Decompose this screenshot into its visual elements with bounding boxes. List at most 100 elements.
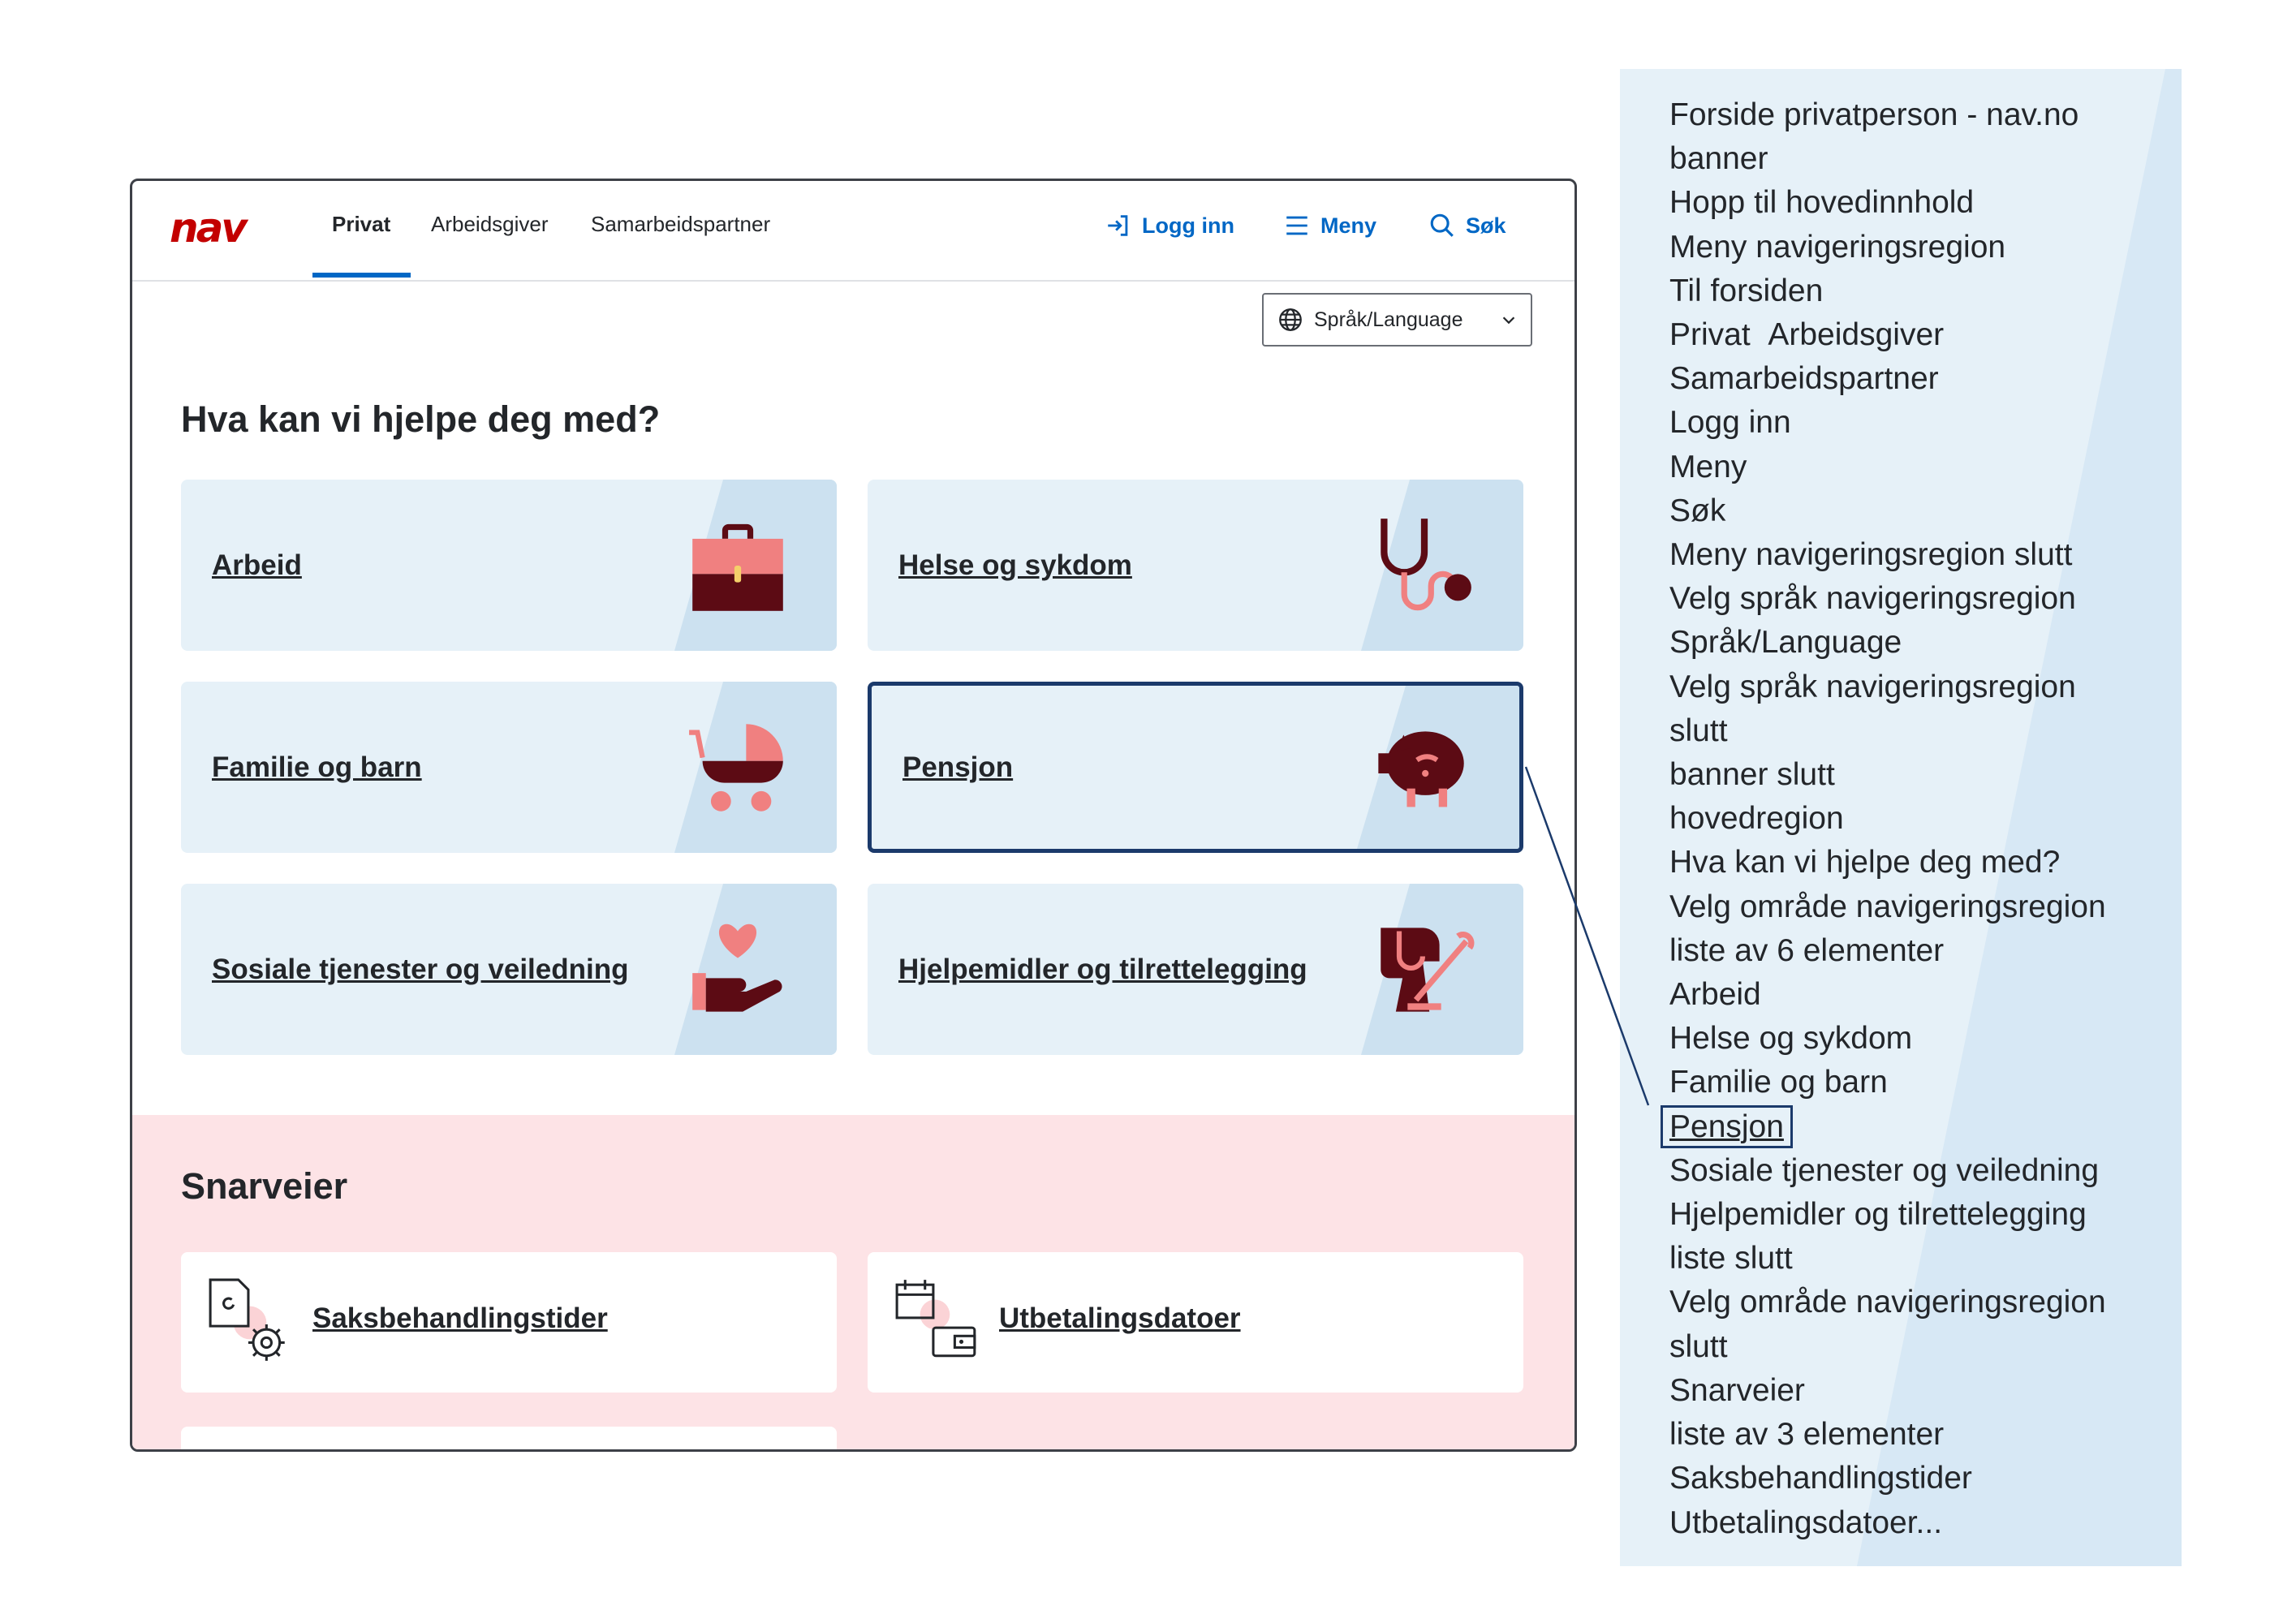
tab-privat[interactable]: Privat (332, 212, 390, 237)
screen-reader-line: Saksbehandlingstider (1669, 1457, 2106, 1500)
login-button[interactable]: Logg inn (1105, 212, 1234, 239)
screen-reader-text: Hopp til hovedinnhold (1669, 185, 1975, 221)
screen-reader-text: Til forsiden (1669, 273, 1824, 308)
screen-reader-line: Velg språk navigeringsregion (1669, 665, 2106, 709)
tab-samarbeidspartner[interactable]: Samarbeidspartner (591, 212, 770, 237)
screen-reader-text: Arbeid (1669, 977, 1761, 1013)
card-pensjon[interactable]: Pensjon (868, 682, 1523, 853)
help-heading: Hva kan vi hjelpe deg med? (181, 398, 661, 440)
stethoscope-icon (1381, 519, 1471, 611)
briefcase-icon (692, 523, 783, 611)
screen-reader-line-focused: Pensjon (1661, 1104, 2106, 1149)
screen-reader-line: Hjelpemidler og tilrettelegging (1669, 1193, 2106, 1237)
screen-reader-line: Forside privatperson - nav.no (1669, 93, 2106, 137)
site-header: nav Privat Arbeidsgiver Samarbeidspartne… (132, 181, 1574, 282)
screen-reader-text: hovedregion (1669, 801, 1844, 837)
card-label: Hjelpemidler og tilrettelegging (898, 953, 1307, 985)
screen-reader-line: banner (1669, 137, 2106, 181)
screen-reader-line: Arbeid (1669, 973, 2106, 1017)
screen-reader-line: Meny (1669, 446, 2106, 489)
screen-reader-text: Søk (1669, 493, 1726, 528)
screen-reader-text: Pensjon (1661, 1104, 1793, 1148)
screen-reader-text: Samarbeidspartner (1669, 361, 1939, 397)
screen-reader-output: Forside privatperson - nav.no banner Hopp … (1661, 93, 2106, 1545)
screen-reader-text: Meny (1669, 449, 1747, 484)
screen-reader-line: Sosiale tjenester og veiledning (1669, 1149, 2106, 1193)
screen-reader-line: Logg inn (1669, 401, 2106, 445)
language-selector[interactable]: Språk/Language (1262, 293, 1532, 347)
screen-reader-line: Meny navigeringsregion slutt (1669, 533, 2106, 577)
card-label: Pensjon (902, 751, 1014, 783)
screen-reader-text: Velg område navigeringsregion (1669, 1285, 2106, 1320)
screen-reader-text: banner (1669, 141, 1768, 177)
screen-reader-line: Hopp til hovedinnhold (1669, 181, 2106, 225)
hand-heart-icon (692, 923, 782, 1012)
screen-reader-text: Meny navigeringsregion (1669, 229, 2006, 265)
screen-reader-text: Forside privatperson - nav.no (1669, 97, 2079, 132)
calendar-wallet-icon (895, 1280, 976, 1358)
card-label: Familie og barn (212, 751, 422, 783)
screen-reader-line: Velg språk navigeringsregion (1669, 577, 2106, 621)
screen-reader-line: liste av 3 elementer (1669, 1413, 2106, 1457)
screen-reader-text: Språk/Language (1669, 625, 1902, 661)
card-familie-og-barn[interactable]: Familie og barn (181, 682, 837, 853)
shortcut-label: Saksbehandlingstider (312, 1302, 608, 1334)
screen-reader-line: Helse og sykdom (1669, 1017, 2106, 1061)
card-sosiale-tjenester[interactable]: Sosiale tjenester og veiledning (181, 884, 837, 1055)
language-label: Språk/Language (1314, 308, 1463, 331)
browser-frame: nav Privat Arbeidsgiver Samarbeidspartne… (130, 179, 1577, 1452)
shortcut-saksbehandlingstider[interactable]: Saksbehandlingstider (181, 1252, 837, 1393)
tab-arbeidsgiver[interactable]: Arbeidsgiver (431, 212, 549, 237)
screen-reader-text: Utbetalingsdatoer... (1669, 1505, 1943, 1540)
screen-reader-text: Velg språk navigeringsregion (1669, 669, 2076, 704)
chevron-down-icon (1502, 316, 1515, 325)
screen-reader-text: banner slutt (1669, 757, 1835, 793)
login-icon (1108, 215, 1128, 236)
screen-reader-text: Velg område navigeringsregion (1669, 889, 2106, 924)
screen-reader-text: Saksbehandlingstider (1669, 1461, 1972, 1496)
piggy-bank-icon (1378, 731, 1464, 807)
card-label: Helse og sykdom (898, 549, 1132, 581)
screen-reader-line: slutt (1669, 709, 2106, 753)
screen-reader-text: Snarveier (1669, 1372, 1805, 1408)
screen-reader-text: slutt (1669, 712, 1728, 748)
search-button[interactable]: Søk (1428, 212, 1506, 239)
screen-reader-text: Privat Arbeidsgiver (1669, 317, 1945, 353)
screen-reader-text: Meny navigeringsregion slutt (1669, 537, 2073, 573)
shortcut-third-partial[interactable] (181, 1427, 837, 1449)
screen-reader-line: Til forsiden (1669, 269, 2106, 313)
screen-reader-panel: Forside privatperson - nav.no banner Hopp … (1620, 69, 2182, 1566)
screen-reader-line: Språk/Language (1669, 621, 2106, 665)
hamburger-icon (1286, 216, 1307, 235)
screen-reader-text: Familie og barn (1669, 1065, 1888, 1100)
screen-reader-text: liste av 6 elementer (1669, 932, 1945, 968)
menu-label: Meny (1320, 213, 1377, 238)
shortcut-utbetalingsdatoer[interactable]: Utbetalingsdatoer (868, 1252, 1523, 1393)
screen-reader-line: Utbetalingsdatoer... (1669, 1501, 2106, 1545)
screen-reader-text: liste av 3 elementer (1669, 1417, 1945, 1453)
logo-text: nav (170, 204, 248, 252)
screen-reader-line: liste slutt (1669, 1237, 2106, 1281)
screen-reader-text: Logg inn (1669, 405, 1791, 441)
stroller-icon (689, 724, 783, 812)
search-label: Søk (1466, 213, 1506, 238)
card-hjelpemidler[interactable]: Hjelpemidler og tilrettelegging (868, 884, 1523, 1055)
guide-dog-icon (1381, 928, 1475, 1012)
nav-logo[interactable]: nav (170, 208, 256, 248)
screen-reader-line: Søk (1669, 489, 2106, 533)
menu-button[interactable]: Meny (1283, 212, 1376, 239)
screen-reader-text: Hjelpemidler og tilrettelegging (1669, 1197, 2087, 1233)
screen-reader-line: Velg område navigeringsregion (1669, 1281, 2106, 1324)
shortcuts-heading: Snarveier (181, 1165, 348, 1207)
shortcut-label: Utbetalingsdatoer (999, 1302, 1241, 1334)
screen-reader-line: Familie og barn (1669, 1061, 2106, 1104)
screen-reader-line: hovedregion (1669, 797, 2106, 841)
card-helse-og-sykdom[interactable]: Helse og sykdom (868, 480, 1523, 651)
screen-reader-line: Privat Arbeidsgiver (1669, 313, 2106, 357)
screen-reader-line: Velg område navigeringsregion (1669, 885, 2106, 929)
screen-reader-line: Meny navigeringsregion (1669, 226, 2106, 269)
card-label: Sosiale tjenester og veiledning (212, 953, 629, 985)
screen-reader-line: Samarbeidspartner (1669, 357, 2106, 401)
card-arbeid[interactable]: Arbeid (181, 480, 837, 651)
card-label: Arbeid (212, 549, 302, 581)
